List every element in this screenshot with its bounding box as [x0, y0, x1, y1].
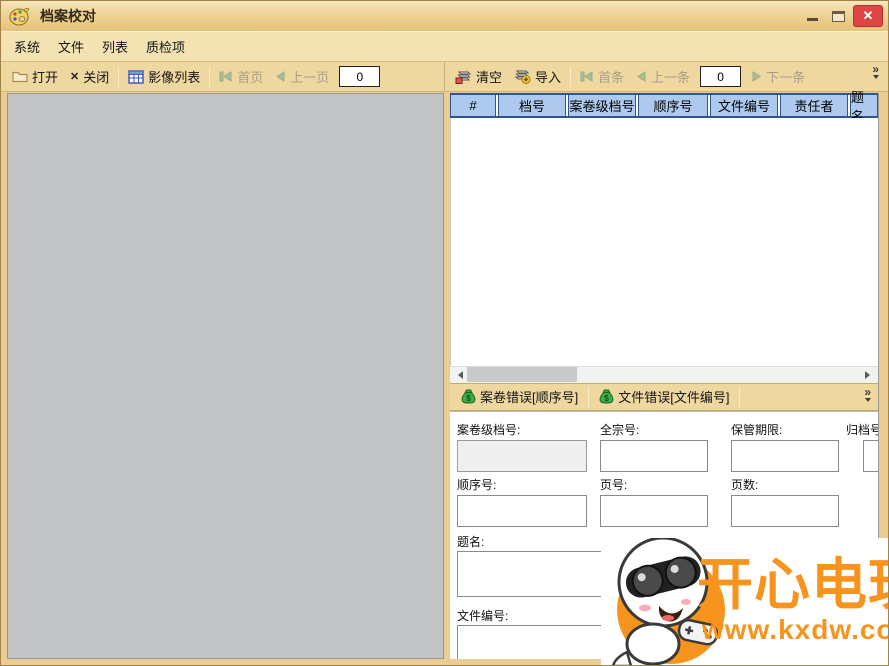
maximize-button[interactable] — [826, 6, 850, 26]
toolbar-overflow-chevron[interactable]: » — [864, 387, 871, 405]
skip-first-icon — [219, 71, 233, 82]
clear-button[interactable]: 清空 — [449, 65, 508, 89]
fond-no-label: 全宗号: — [600, 421, 639, 438]
page-no-field[interactable] — [600, 495, 708, 527]
menu-bar: 系统 文件 列表 质检项 — [1, 31, 888, 62]
svg-text:$: $ — [466, 394, 471, 403]
grid-table-icon — [128, 70, 144, 84]
left-toolbar: 打开 ✕ 关闭 影像列表 — [1, 62, 444, 91]
open-button[interactable]: 打开 — [6, 65, 64, 89]
image-list-button[interactable]: 影像列表 — [122, 65, 206, 89]
tab-file-errors[interactable]: $ 文件错误[文件编号] — [592, 387, 736, 406]
scrollbar-thumb[interactable] — [467, 367, 577, 382]
money-bag-icon: $ — [461, 389, 476, 404]
volume-no-field — [457, 440, 587, 472]
column-header-volume-no[interactable]: 案卷级档号 — [568, 95, 636, 116]
page-count-field[interactable] — [731, 495, 839, 527]
image-viewer-pane — [7, 93, 444, 659]
title-bar: 档案校对 ✕ — [1, 1, 888, 31]
file-no-label: 文件编号: — [457, 607, 508, 624]
prev-record-button[interactable]: 上一条 — [630, 65, 696, 89]
minimize-icon — [807, 18, 818, 21]
next-record-button[interactable]: 下一条 — [745, 65, 811, 89]
column-header-seq-no[interactable]: 顺序号 — [638, 95, 708, 116]
seq-no-label: 顺序号: — [457, 476, 496, 493]
close-file-button[interactable]: ✕ 关闭 — [64, 65, 115, 89]
column-header-index[interactable]: # — [450, 95, 496, 116]
scroll-left-button[interactable] — [450, 366, 467, 383]
money-bag-icon: $ — [599, 389, 614, 404]
title-label: 题名: — [457, 533, 484, 550]
scroll-left-icon — [454, 371, 463, 379]
triangle-left-icon — [275, 71, 286, 82]
page-no-label: 页号: — [600, 476, 627, 493]
skip-first-icon — [580, 71, 594, 82]
paper-stack-clear-icon — [455, 69, 472, 84]
app-palette-icon — [9, 7, 30, 26]
toolbar-separator — [209, 67, 210, 87]
watermark-url-text: www.kxdw.co — [702, 614, 889, 646]
import-button[interactable]: 导入 — [508, 65, 567, 89]
svg-text:$: $ — [605, 394, 610, 403]
prev-page-button[interactable]: 上一页 — [269, 65, 335, 89]
horizontal-scrollbar[interactable] — [450, 366, 878, 383]
toolbar-overflow-chevron[interactable]: » — [872, 64, 879, 82]
scroll-right-icon — [865, 371, 874, 379]
scroll-right-button[interactable] — [861, 366, 878, 383]
right-toolbar: 清空 导入 首条 — [444, 62, 888, 91]
toolbar-separator — [118, 67, 119, 87]
close-icon: ✕ — [863, 8, 874, 24]
triangle-right-icon — [751, 71, 762, 82]
column-header-archive-no[interactable]: 档号 — [498, 95, 566, 116]
menu-qc-items[interactable]: 质检项 — [137, 32, 194, 61]
table-body-empty[interactable] — [450, 118, 878, 366]
seq-no-field[interactable] — [457, 495, 587, 527]
column-header-responsible[interactable]: 责任者 — [780, 95, 848, 116]
retention-field[interactable] — [731, 440, 839, 472]
column-header-file-no[interactable]: 文件编号 — [710, 95, 778, 116]
archive-no-field[interactable] — [863, 440, 878, 472]
page-count-label: 页数: — [731, 476, 758, 493]
menu-list[interactable]: 列表 — [93, 32, 137, 61]
close-button[interactable]: ✕ — [853, 5, 883, 27]
column-header-title[interactable]: 题名 — [850, 95, 878, 116]
maximize-icon — [832, 11, 845, 22]
fond-no-field[interactable] — [600, 440, 708, 472]
folder-icon — [12, 70, 28, 83]
record-number-input[interactable] — [700, 66, 741, 87]
toolbar-separator — [570, 67, 571, 87]
error-tab-bar: $ 案卷错误[顺序号] $ 文件错误[文件编号] » — [450, 383, 878, 411]
paper-stack-import-icon — [514, 69, 531, 84]
retention-label: 保管期限: — [731, 421, 782, 438]
triangle-left-icon — [636, 71, 647, 82]
volume-no-label: 案卷级档号: — [457, 421, 520, 438]
watermark-overlay: 开心电玩 www.kxdw.co — [601, 538, 889, 666]
first-record-button[interactable]: 首条 — [574, 65, 630, 89]
tab-volume-errors[interactable]: $ 案卷错误[顺序号] — [454, 387, 585, 406]
watermark-brand-text: 开心电玩 — [697, 540, 889, 621]
toolbar-separator — [588, 387, 589, 407]
menu-file[interactable]: 文件 — [49, 32, 93, 61]
x-mark-icon: ✕ — [70, 70, 79, 83]
app-window: 档案校对 ✕ 系统 文件 列表 质检项 打开 ✕ 关闭 — [0, 0, 889, 666]
page-number-input[interactable] — [339, 66, 380, 87]
window-title: 档案校对 — [40, 6, 801, 26]
first-page-button[interactable]: 首页 — [213, 65, 269, 89]
minimize-button[interactable] — [801, 6, 823, 26]
menu-system[interactable]: 系统 — [5, 32, 49, 61]
table-header: # 档号 案卷级档号 顺序号 文件编号 责任者 题名 — [450, 93, 878, 118]
toolbar-row: 打开 ✕ 关闭 影像列表 — [1, 62, 888, 92]
toolbar-separator — [739, 387, 740, 407]
archive-no-label: 归档号: — [846, 421, 878, 438]
